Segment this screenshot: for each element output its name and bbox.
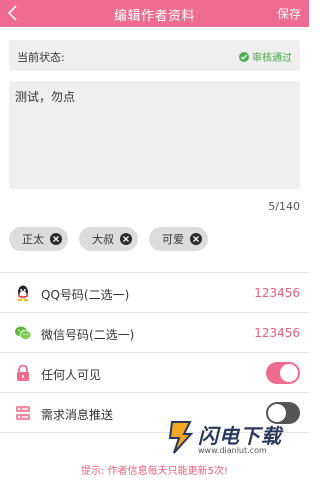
- watermark-url: www.dianlut.com: [198, 446, 267, 455]
- wechat-value[interactable]: 123456: [254, 326, 300, 340]
- page-title: 编辑作者资料: [113, 9, 195, 24]
- toggle-knob: [280, 364, 298, 382]
- remove-tag-icon[interactable]: [190, 233, 202, 245]
- status-badge: 审核通过: [239, 49, 292, 64]
- wechat-label: 微信号码(二选一): [41, 328, 135, 342]
- tag-chip[interactable]: 可爱: [149, 227, 208, 251]
- qq-icon: [14, 284, 32, 302]
- status-label: 当前状态:: [17, 51, 65, 64]
- header-bar: 编辑作者资料 保存: [0, 0, 309, 27]
- tag-chip[interactable]: 大叔: [79, 227, 138, 251]
- remove-tag-icon[interactable]: [120, 233, 132, 245]
- tag-label: 可爱: [162, 233, 184, 246]
- wechat-row[interactable]: 微信号码(二选一) 123456: [0, 313, 309, 353]
- save-button[interactable]: 保存: [277, 5, 301, 22]
- tag-label: 正太: [22, 233, 44, 246]
- visibility-label: 任何人可见: [41, 368, 102, 382]
- hint-text: 提示: 作者信息每天只能更新5次!: [81, 466, 228, 477]
- status-value: 审核通过: [252, 53, 292, 64]
- check-circle-icon: [239, 51, 249, 62]
- intro-textarea[interactable]: 测试，勿点: [9, 81, 300, 189]
- remove-tag-icon[interactable]: [50, 233, 62, 245]
- tag-label: 大叔: [92, 233, 114, 246]
- qq-label: QQ号码(二选一): [41, 288, 130, 302]
- status-panel: 当前状态: 审核通过: [9, 40, 300, 71]
- lightning-logo-icon: [168, 421, 194, 454]
- watermark-name: 闪电下载: [198, 424, 282, 448]
- list-icon: [14, 404, 32, 422]
- tag-list: 正太 大叔 可爱: [9, 227, 208, 251]
- char-counter: 5/140: [268, 200, 300, 213]
- visibility-toggle[interactable]: [266, 362, 300, 384]
- push-label: 需求消息推送: [41, 408, 114, 422]
- qq-value[interactable]: 123456: [254, 286, 300, 300]
- watermark: 闪电下载 www.dianlut.com: [160, 420, 310, 458]
- wechat-icon: [14, 324, 32, 342]
- lock-icon: [14, 364, 32, 382]
- qq-row[interactable]: QQ号码(二选一) 123456: [0, 273, 309, 313]
- tag-chip[interactable]: 正太: [9, 227, 68, 251]
- visibility-row: 任何人可见: [0, 353, 309, 393]
